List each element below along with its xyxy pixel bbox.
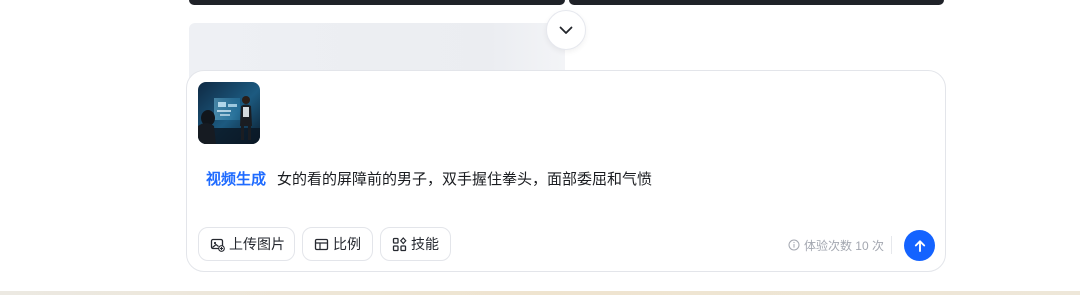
mode-tag[interactable]: 视频生成 [206,168,266,189]
skills-grid-icon [392,236,407,252]
media-card-left-edge[interactable] [189,0,565,5]
prompt-text[interactable]: 女的看的屏障前的男子，双手握住拳头，面部委屈和气愤 [277,168,652,189]
bottom-edge-bar [0,291,1080,295]
aspect-ratio-icon [314,237,329,252]
attached-image-thumbnail[interactable] [198,82,260,144]
upload-image-button[interactable]: 上传图片 [198,227,295,261]
image-upload-icon [210,237,225,252]
aspect-ratio-label: 比例 [333,236,361,252]
skills-button[interactable]: 技能 [380,227,451,261]
info-icon [788,239,800,251]
thumbnail-image [198,82,260,144]
aspect-ratio-button[interactable]: 比例 [302,227,373,261]
scroll-down-button[interactable] [546,10,586,50]
media-card-right-edge[interactable] [569,0,944,5]
trial-quota: 体验次数 10 次 [788,237,884,253]
send-button[interactable] [904,230,935,261]
trial-quota-text: 体验次数 10 次 [803,238,884,253]
skills-label: 技能 [411,236,439,252]
chevron-down-icon [559,26,573,34]
divider [891,236,892,254]
page: 视频生成 女的看的屏障前的男子，双手握住拳头，面部委屈和气愤 上传图片 比例 技… [0,0,1080,295]
arrow-up-icon [914,239,925,252]
prompt-composer: 视频生成 女的看的屏障前的男子，双手握住拳头，面部委屈和气愤 上传图片 比例 技… [186,70,946,272]
prompt-input[interactable]: 视频生成 女的看的屏障前的男子，双手握住拳头，面部委屈和气愤 [206,167,652,189]
upload-image-label: 上传图片 [229,236,285,252]
